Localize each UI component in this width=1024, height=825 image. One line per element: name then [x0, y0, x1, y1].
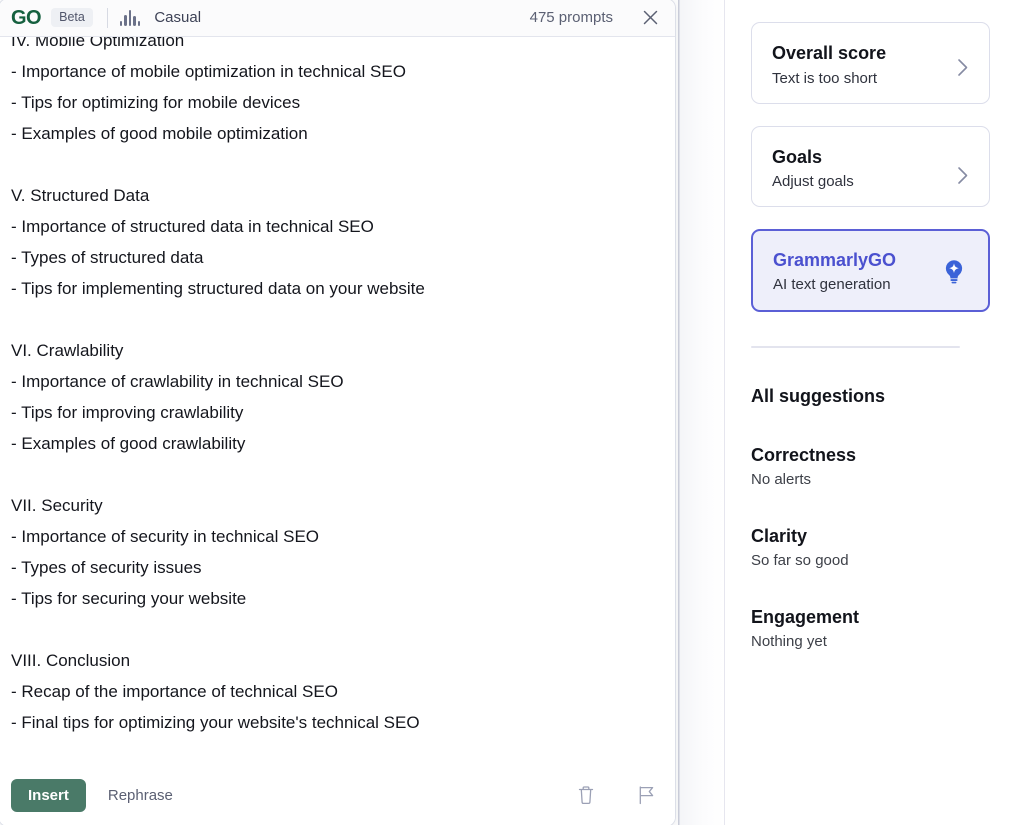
waveform-icon	[119, 9, 141, 26]
lightbulb-sparkle-icon	[940, 257, 968, 285]
sidebar-divider	[751, 345, 960, 348]
goals-card[interactable]: Goals Adjust goals	[751, 125, 990, 207]
suggestion-name: Clarity	[751, 525, 808, 546]
chevron-right-icon	[957, 58, 969, 81]
flag-icon[interactable]	[635, 784, 657, 806]
grammarlygo-footer: Insert Rephrase	[0, 764, 675, 825]
header-divider	[106, 7, 108, 28]
prompt-count: 475 prompts	[529, 9, 613, 26]
grammarly-editor-screen: GO Beta Casual 475 prompts IV. Mobile Op…	[0, 0, 1024, 825]
suggestion-name: Correctness	[751, 444, 857, 465]
grammarlygo-panel: GO Beta Casual 475 prompts IV. Mobile Op…	[0, 0, 676, 825]
rephrase-button[interactable]: Rephrase	[108, 787, 173, 804]
overall-score-subtitle: Text is too short	[772, 69, 878, 87]
suggestion-status: No alerts	[751, 470, 812, 488]
goals-title: Goals	[772, 146, 823, 167]
grammarlygo-card-title: GrammarlyGO	[773, 250, 897, 270]
suggestion-name: Engagement	[751, 606, 860, 627]
suggestion-status: Nothing yet	[751, 632, 827, 650]
trash-icon[interactable]	[575, 784, 597, 806]
grammarly-go-logo: GO	[11, 6, 42, 29]
close-icon[interactable]	[639, 7, 661, 29]
grammarlygo-header: GO Beta Casual 475 prompts	[0, 0, 675, 37]
suggestion-clarity[interactable]: Clarity So far so good	[751, 526, 990, 569]
tone-label[interactable]: Casual	[154, 9, 201, 26]
header-right-group: 475 prompts	[530, 7, 661, 29]
grammarlygo-card-subtitle: AI text generation	[773, 275, 891, 293]
suggestion-status: So far so good	[751, 551, 849, 569]
overall-score-title: Overall score	[772, 43, 887, 63]
all-suggestions-header: All suggestions	[751, 385, 886, 406]
panel-seam	[678, 0, 724, 825]
overall-score-card[interactable]: Overall score Text is too short	[751, 22, 990, 104]
generated-text: IV. Mobile Optimization - Importance of …	[11, 37, 425, 732]
beta-badge: Beta	[51, 7, 93, 28]
grammarlygo-card-text: GrammarlyGO AI text generation	[773, 249, 934, 293]
chevron-right-icon	[957, 166, 969, 189]
suggestion-engagement[interactable]: Engagement Nothing yet	[751, 607, 990, 650]
goals-subtitle: Adjust goals	[772, 173, 854, 190]
generated-text-area[interactable]: IV. Mobile Optimization - Importance of …	[0, 37, 675, 764]
insert-button[interactable]: Insert	[11, 778, 86, 812]
grammarlygo-card[interactable]: GrammarlyGO AI text generation	[751, 229, 990, 312]
assistant-sidebar: Overall score Text is too short Goals Ad…	[724, 0, 1024, 825]
suggestion-correctness[interactable]: Correctness No alerts	[751, 445, 990, 488]
footer-icon-group	[575, 784, 657, 806]
